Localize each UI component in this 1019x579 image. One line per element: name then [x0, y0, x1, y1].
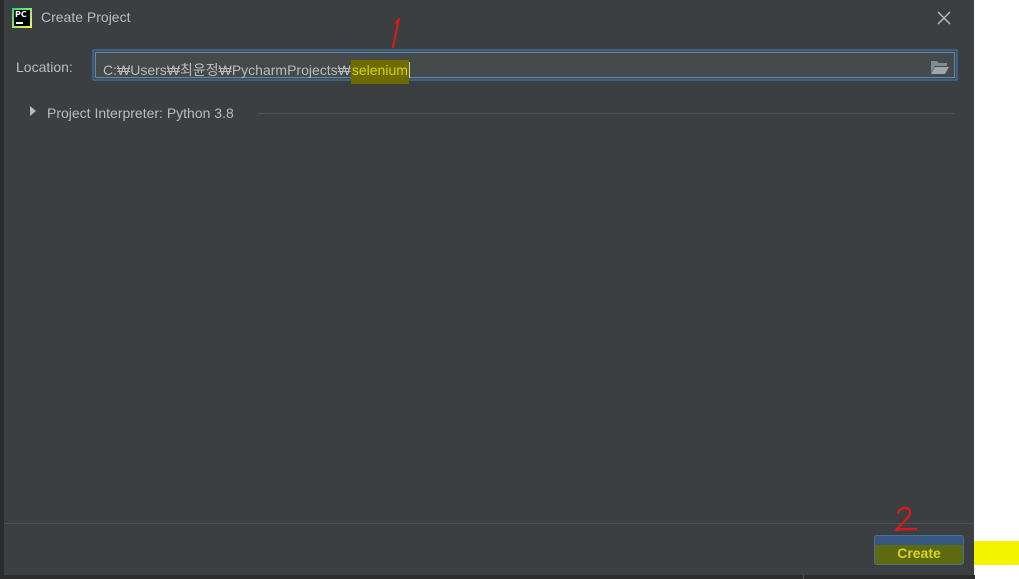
create-button[interactable]: Create	[874, 535, 964, 565]
browse-folder-button[interactable]	[930, 58, 950, 76]
location-value-highlighted: selenium	[350, 60, 409, 84]
title-bar: PC Create Project	[4, 0, 974, 38]
annotation-mark-1	[392, 18, 400, 48]
project-interpreter-label: Project Interpreter: Python 3.8	[47, 105, 234, 121]
triangle-right-icon	[30, 106, 36, 116]
pycharm-icon: PC	[12, 8, 32, 28]
window-title: Create Project	[41, 9, 131, 25]
background-ide-bottom	[0, 575, 975, 579]
create-project-dialog: PC Create Project Location: C:₩Users₩최윤정…	[4, 0, 974, 575]
footer-divider	[4, 523, 974, 524]
project-interpreter-toggle[interactable]: Project Interpreter: Python 3.8	[28, 102, 958, 124]
location-value-prefix: C:₩Users₩최윤정₩PycharmProjects₩	[103, 62, 351, 78]
location-value: C:₩Users₩최윤정₩PycharmProjects₩selenium	[103, 60, 410, 84]
annotation-mark-2	[894, 506, 918, 532]
create-button-label: Create	[897, 545, 941, 561]
folder-open-icon	[931, 61, 949, 74]
screen: PC Create Project Location: C:₩Users₩최윤정…	[0, 0, 1019, 579]
close-icon	[937, 11, 951, 25]
location-input[interactable]: C:₩Users₩최윤정₩PycharmProjects₩selenium	[92, 49, 958, 84]
section-divider	[258, 113, 954, 114]
text-caret	[408, 62, 410, 78]
close-button[interactable]	[932, 6, 956, 30]
location-label: Location:	[16, 59, 73, 75]
